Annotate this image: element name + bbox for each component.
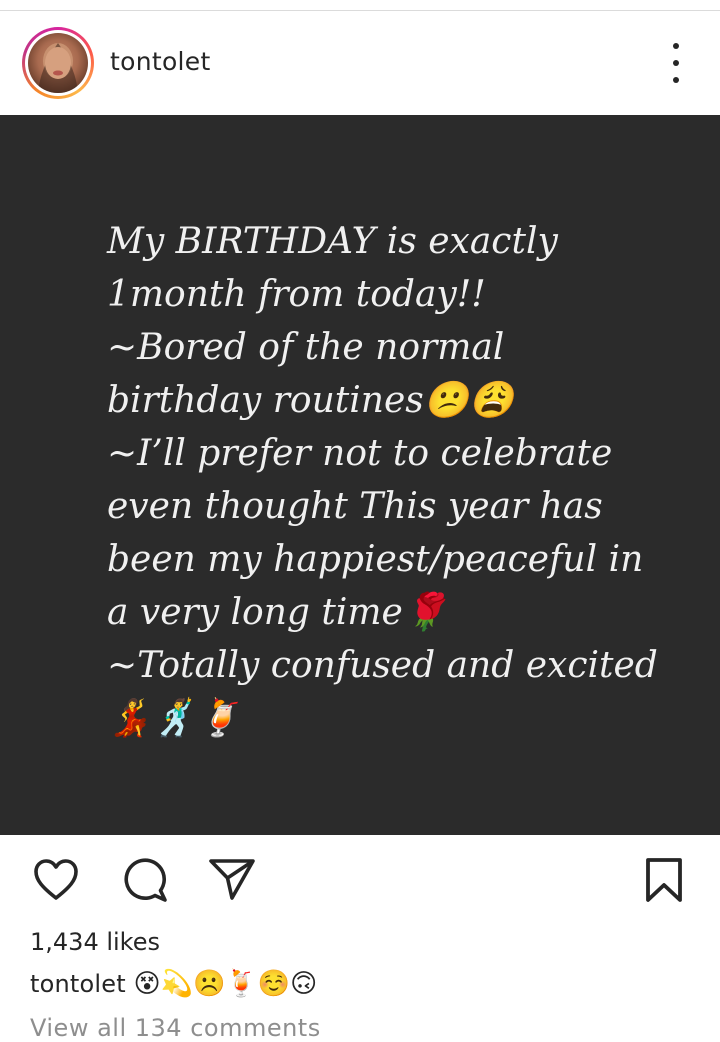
- likes-count[interactable]: 1,434 likes: [30, 928, 160, 956]
- post-caption: tontolet 😵💫☹️🍹☺️🙃: [30, 969, 317, 999]
- image-text-line: My BIRTHDAY is exactly: [107, 221, 558, 262]
- avatar-image: [38, 43, 78, 93]
- view-all-comments-link[interactable]: View all 134 comments: [30, 1014, 321, 1042]
- caption-text: 😵💫☹️🍹☺️🙃: [133, 969, 318, 999]
- post-header: tontolet: [0, 11, 720, 115]
- post-username[interactable]: tontolet: [110, 47, 211, 76]
- avatar-story-ring[interactable]: [22, 27, 94, 99]
- caption-username[interactable]: tontolet: [30, 970, 126, 998]
- image-text-line: ~Totally confused and excited: [107, 645, 658, 686]
- more-dot: [673, 43, 679, 49]
- comment-icon[interactable]: [122, 857, 168, 903]
- image-text: My BIRTHDAY is exactly 1month from today…: [107, 215, 697, 745]
- share-icon[interactable]: [208, 857, 256, 901]
- more-dot: [673, 60, 679, 66]
- image-text-line: been my happiest/peaceful in: [107, 539, 644, 580]
- avatar[interactable]: [28, 33, 88, 93]
- image-text-line: ~I’ll prefer not to celebrate: [107, 433, 613, 474]
- image-text-line: birthday routines😕😩: [107, 380, 514, 421]
- image-text-line: 1month from today!!: [107, 274, 486, 315]
- image-text-line: even thought This year has: [107, 486, 603, 527]
- post-image[interactable]: My BIRTHDAY is exactly 1month from today…: [0, 115, 720, 835]
- more-options-icon[interactable]: [662, 43, 690, 83]
- avatar-gap: [25, 30, 91, 96]
- image-text-line: 💃🕺🍹: [107, 698, 242, 739]
- more-dot: [673, 77, 679, 83]
- image-text-line: ~Bored of the normal: [107, 327, 505, 368]
- image-text-line: a very long time🌹: [107, 592, 448, 633]
- bookmark-icon[interactable]: [645, 857, 683, 903]
- heart-icon[interactable]: [33, 858, 79, 902]
- post-actions-bar: [0, 835, 720, 925]
